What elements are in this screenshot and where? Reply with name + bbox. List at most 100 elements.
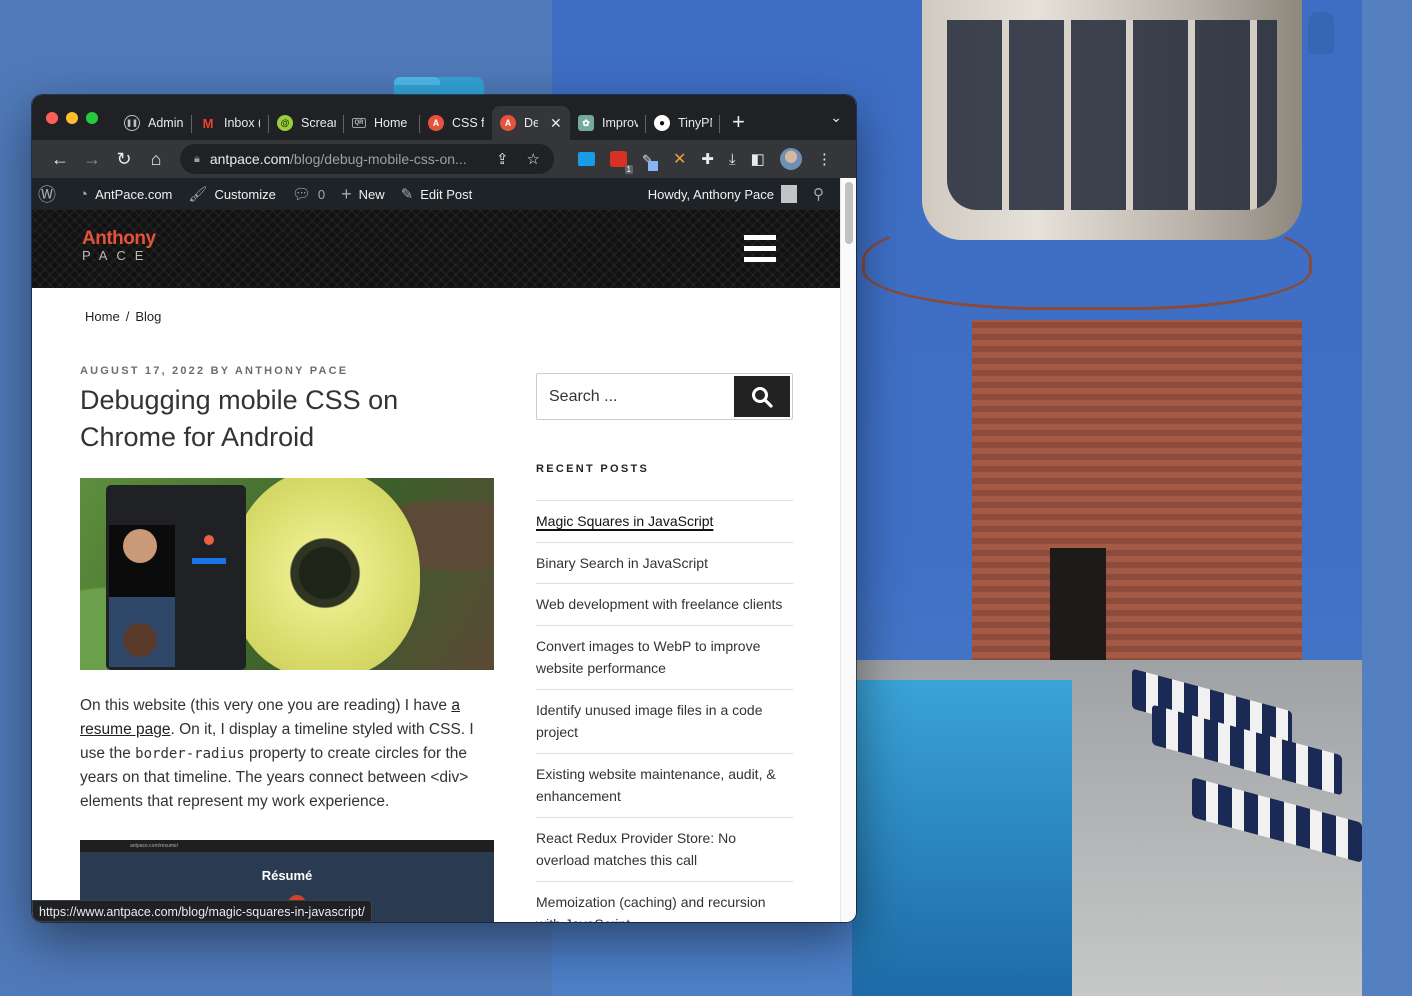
extension-window-icon[interactable] [578, 152, 595, 166]
breadcrumb-blog[interactable]: Blog [135, 309, 161, 324]
breadcrumb-home[interactable]: Home [85, 309, 120, 324]
tower-brick-body [972, 320, 1302, 700]
admin-edit-post-link[interactable]: ✎ Edit Post [401, 185, 473, 203]
admin-comments-link[interactable]: 💬︎ 0 [292, 185, 325, 203]
ruler-pencil-icon[interactable]: ✕ [673, 149, 686, 169]
scrollbar-thumb[interactable] [845, 182, 853, 244]
color-picker-icon[interactable]: ✎ [642, 151, 658, 171]
more-menu-icon[interactable]: ⋮ [817, 150, 832, 168]
tinypng-panda-icon: ● [654, 115, 670, 131]
tulip-flower [230, 478, 420, 670]
recent-post-link[interactable]: Existing website maintenance, audit, & e… [536, 754, 793, 818]
recent-post-link[interactable]: Convert images to WebP to improve websit… [536, 626, 793, 690]
admin-customize-link[interactable]: 🖌︎ Customize [188, 185, 275, 203]
tab-debugging-active[interactable]: A De ✕ [492, 106, 570, 140]
antpace-a-icon: A [500, 115, 516, 131]
close-window-button[interactable] [46, 111, 58, 124]
tab-improve[interactable]: ✿ Improv [570, 106, 646, 140]
recent-posts-list: Magic Squares in JavaScript Binary Searc… [536, 500, 793, 922]
recent-post-link[interactable]: Web development with freelance clients [536, 584, 793, 626]
tab-admin[interactable]: ❚❚ Admin [116, 106, 192, 140]
desktop-strip [1362, 0, 1412, 996]
breadcrumb: Home / Blog [85, 309, 162, 324]
side-panel-icon[interactable]: ◧ [751, 150, 765, 168]
screaming-frog-icon: @ [277, 115, 293, 131]
back-arrow-icon[interactable]: ← [44, 149, 76, 170]
tab-strip: ❚❚ Admin M Inbox ( @ Screar QR Home A CS… [32, 95, 856, 140]
home-icon[interactable]: ⌂ [140, 149, 172, 170]
tab-inbox[interactable]: M Inbox ( [192, 106, 269, 140]
openai-icon: ✿ [578, 115, 594, 131]
menu-hamburger-icon[interactable] [744, 235, 776, 268]
post-meta: AUGUST 17, 2022 BY ANTHONY PACE [80, 365, 349, 377]
pool-water [852, 680, 1072, 996]
recent-posts-title: RECENT POSTS [536, 463, 650, 475]
share-icon[interactable]: ⇪ [496, 150, 509, 168]
bookmark-star-icon[interactable]: ☆ [527, 150, 540, 168]
wp-admin-bar: Ⓦ ◔ AntPace.com 🖌︎ Customize 💬︎ 0 + New ✎ Edi… [32, 178, 856, 210]
extensions-area: 1 ✎ ✕ ✚ ⤓ ◧ ⋮ [578, 148, 832, 174]
search-submit-button[interactable] [734, 376, 790, 417]
admin-site-link[interactable]: ◔ AntPace.com [79, 186, 172, 203]
plus-icon: + [341, 183, 352, 204]
pencil-icon: ✎ [400, 186, 414, 203]
extensions-puzzle-icon[interactable]: ✚ [701, 150, 714, 168]
code-inline: border-radius [135, 746, 245, 762]
browser-window: ❚❚ Admin M Inbox ( @ Screar QR Home A CS… [32, 95, 856, 922]
recent-post-link[interactable]: Identify unused image files in a code pr… [536, 690, 793, 754]
tab-search-chevron-icon[interactable]: ⌄ [830, 109, 842, 126]
recent-post-link[interactable]: Binary Search in JavaScript [536, 543, 793, 584]
pause-circle-icon: ❚❚ [124, 115, 140, 131]
tab-css[interactable]: A CSS fc [420, 106, 492, 140]
download-icon[interactable]: ⤓ [729, 151, 736, 168]
extension-todo-icon[interactable]: 1 [610, 151, 633, 174]
tower-deck [862, 210, 1312, 310]
page-content: Anthony PACE Home / Blog AUGUST 17, 2022 B… [32, 210, 840, 922]
wordpress-logo-icon[interactable]: Ⓦ [38, 181, 63, 207]
close-tab-icon[interactable]: ✕ [550, 115, 562, 132]
sidebar-search-form: Search ... [536, 373, 793, 420]
admin-search-icon[interactable]: ⚲ [813, 185, 824, 203]
recent-post-link[interactable]: Magic Squares in JavaScript [536, 501, 793, 543]
recent-post-link[interactable]: React Redux Provider Store: No overload … [536, 818, 793, 882]
lock-icon: 🔒︎ [194, 152, 200, 165]
address-bar[interactable]: 🔒︎ antpace.com/blog/debug-mobile-css-on.… [180, 144, 554, 174]
sidebar: Search ... RECENT POSTS Magic Squares in… [536, 373, 793, 922]
post-article: AUGUST 17, 2022 BY ANTHONY PACE Debuggin… [80, 365, 496, 922]
extension-badge: 1 [624, 165, 633, 174]
search-icon [752, 386, 773, 408]
lighthouse-screenshot [106, 485, 246, 670]
tab-tinypng[interactable]: ● TinyPN [646, 106, 720, 140]
tab-screaming-frog[interactable]: @ Screar [269, 106, 344, 140]
qr-icon: QR [352, 118, 366, 128]
tower-windows [947, 20, 1277, 210]
gmail-icon: M [202, 115, 214, 131]
forward-arrow-icon[interactable]: → [76, 149, 108, 170]
site-logo[interactable]: Anthony PACE [82, 228, 156, 263]
recent-post-link[interactable]: Memoization (caching) and recursion with… [536, 882, 793, 923]
minimize-window-button[interactable] [66, 111, 78, 124]
search-input[interactable]: Search ... [537, 374, 732, 419]
featured-image [80, 478, 494, 670]
tab-home[interactable]: QR Home [344, 106, 420, 140]
browser-toolbar: ← → ↻ ⌂ 🔒︎ antpace.com/blog/debug-mobile… [32, 140, 856, 178]
zoom-window-button[interactable] [86, 111, 98, 124]
brush-icon: 🖌︎ [188, 186, 208, 203]
site-header: Anthony PACE [32, 210, 840, 288]
admin-account-link[interactable]: Howdy, Anthony Pace [648, 187, 774, 202]
window-controls [46, 111, 98, 124]
profile-avatar[interactable] [779, 148, 802, 170]
reload-icon[interactable]: ↻ [108, 149, 140, 170]
comment-icon: 💬︎ [291, 186, 311, 203]
new-tab-button[interactable]: + [732, 109, 745, 135]
tower-door [1050, 548, 1106, 678]
desktop-ghost-icon [1308, 12, 1334, 54]
status-bar-url: https://www.antpace.com/blog/magic-squar… [32, 900, 372, 922]
admin-new-link[interactable]: + New [341, 184, 385, 205]
post-paragraph: On this website (this very one you are r… [80, 697, 474, 810]
antpace-a-icon: A [428, 115, 444, 131]
post-title: Debugging mobile CSS on Chrome for Andro… [80, 385, 399, 452]
dashboard-icon: ◔ [79, 185, 89, 203]
page-scrollbar[interactable] [840, 178, 856, 922]
user-avatar[interactable] [781, 185, 797, 203]
